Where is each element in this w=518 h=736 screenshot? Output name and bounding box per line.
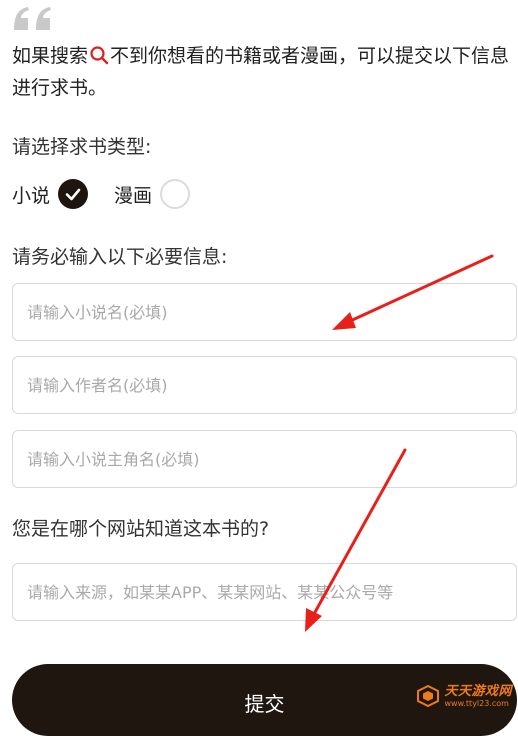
type-selector: 小说 漫画 bbox=[12, 176, 191, 212]
search-icon bbox=[90, 46, 109, 65]
quote-icon bbox=[14, 7, 51, 30]
watermark-text: 天天游戏网 www.ttyl23.com bbox=[444, 685, 512, 708]
intro-text: 如果搜索 不到你想看的书籍或者漫画，可以提交以下信息进行求书。 bbox=[12, 40, 512, 104]
type-option-comic-label: 漫画 bbox=[114, 184, 153, 207]
type-option-comic[interactable]: 漫画 bbox=[114, 179, 191, 209]
novel-radio-checked[interactable] bbox=[58, 179, 89, 209]
type-option-novel[interactable]: 小说 bbox=[12, 179, 89, 209]
check-icon bbox=[65, 188, 81, 201]
type-option-novel-label: 小说 bbox=[12, 184, 51, 207]
submit-button-label: 提交 bbox=[244, 692, 285, 716]
novel-name-input[interactable] bbox=[12, 283, 517, 341]
protagonist-name-input[interactable] bbox=[12, 430, 517, 488]
source-input[interactable] bbox=[12, 563, 517, 621]
required-section-label: 请务必输入以下必要信息: bbox=[12, 246, 228, 268]
type-section-label: 请选择求书类型: bbox=[12, 136, 152, 158]
watermark-logo-icon bbox=[417, 684, 440, 708]
comic-radio-unchecked[interactable] bbox=[160, 179, 191, 209]
watermark-title: 天天游戏网 bbox=[444, 683, 512, 699]
intro-text-part1: 如果搜索 bbox=[12, 45, 89, 67]
watermark: 天天游戏网 www.ttyl23.com bbox=[416, 684, 512, 708]
source-section-label: 您是在哪个网站知道这本书的? bbox=[12, 518, 270, 540]
watermark-url: www.ttyl23.com bbox=[444, 698, 509, 708]
author-name-input[interactable] bbox=[12, 356, 517, 414]
